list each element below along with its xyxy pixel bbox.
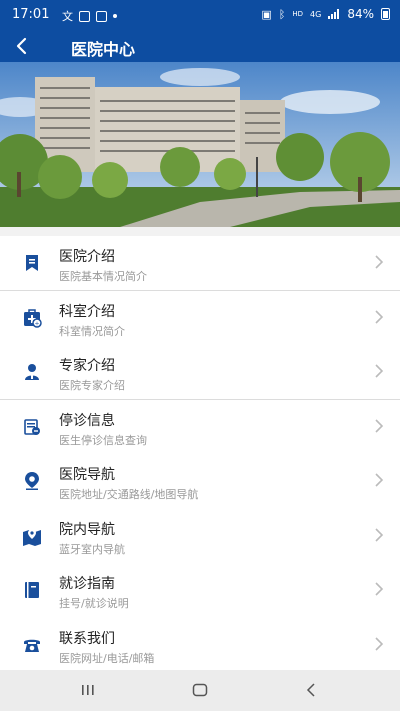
menu-item-visit-guide[interactable]: 就诊指南 挂号/就诊说明 bbox=[0, 563, 400, 618]
menu-item-subtitle: 挂号/就诊说明 bbox=[59, 597, 129, 610]
menu-item-title: 医院介绍 bbox=[59, 249, 115, 265]
app-header: 医院中心 bbox=[0, 30, 400, 62]
chevron-right-icon bbox=[375, 636, 384, 651]
menu-item-indoor-navigation[interactable]: 院内导航 蓝牙室内导航 bbox=[0, 509, 400, 564]
system-navigation-bar bbox=[0, 670, 400, 711]
menu-item-title: 院内导航 bbox=[59, 521, 115, 538]
chevron-right-icon bbox=[375, 255, 384, 269]
vibrate-icon: ▣ bbox=[261, 7, 272, 21]
doctor-icon bbox=[25, 364, 39, 380]
system-icons: ▣ ᛒ HD 4G 84% bbox=[261, 7, 390, 21]
network-type-icon: 4G bbox=[310, 9, 322, 19]
menu-item-title: 专家介绍 bbox=[59, 358, 115, 374]
bookmark-icon bbox=[26, 255, 38, 271]
signal-icon bbox=[328, 9, 340, 19]
hospital-menu-list: 医院介绍 医院基本情况简介 + 科室介绍 科室情况简介 专家介绍 医院专家介绍 bbox=[0, 236, 400, 672]
chevron-right-icon bbox=[375, 364, 384, 378]
menu-item-title: 联系我们 bbox=[59, 630, 115, 647]
camera-notification-icon bbox=[96, 10, 107, 22]
menu-item-hospital-navigation[interactable]: 医院导航 医院地址/交通路线/地图导航 bbox=[0, 454, 400, 509]
menu-item-title: 停诊信息 bbox=[59, 412, 115, 429]
menu-item-subtitle: 蓝牙室内导航 bbox=[59, 542, 125, 556]
back-icon[interactable] bbox=[304, 682, 320, 698]
menu-item-subtitle: 科室情况简介 bbox=[59, 324, 125, 338]
menu-item-contact-us[interactable]: 联系我们 医院网址/电话/邮箱 bbox=[0, 618, 400, 673]
status-bar: 17:01 文 ▣ ᛒ HD 4G 84% bbox=[0, 0, 400, 30]
page-title: 医院中心 bbox=[71, 40, 136, 59]
menu-item-title: 科室介绍 bbox=[59, 303, 115, 320]
notification-icons: 文 bbox=[62, 8, 117, 24]
menu-item-subtitle: 医生停诊信息查询 bbox=[59, 433, 147, 447]
indoor-map-icon bbox=[23, 528, 41, 546]
status-time: 17:01 bbox=[12, 7, 50, 22]
menu-item-subtitle: 医院专家介绍 bbox=[59, 379, 125, 392]
hospital-banner-image bbox=[0, 62, 400, 227]
bluetooth-icon: ᛒ bbox=[278, 7, 286, 21]
recent-apps-icon[interactable] bbox=[80, 682, 96, 698]
menu-item-subtitle: 医院地址/交通路线/地图导航 bbox=[59, 488, 199, 501]
chevron-right-icon bbox=[375, 309, 384, 324]
hd-icon: HD bbox=[292, 10, 304, 18]
calendar-icon bbox=[24, 418, 40, 435]
chevron-right-icon bbox=[375, 473, 384, 487]
menu-item-title: 就诊指南 bbox=[59, 576, 115, 592]
text-notification-icon: 文 bbox=[62, 10, 73, 23]
menu-item-subtitle: 医院基本情况简介 bbox=[59, 270, 147, 283]
medical-kit-icon: + bbox=[24, 308, 42, 328]
location-pin-icon bbox=[25, 472, 39, 490]
back-arrow-icon[interactable] bbox=[10, 33, 36, 59]
home-icon[interactable] bbox=[192, 682, 208, 698]
menu-item-expert-intro[interactable]: 专家介绍 医院专家介绍 bbox=[0, 345, 400, 400]
more-notifications-icon bbox=[113, 14, 117, 18]
guide-book-icon bbox=[25, 582, 39, 598]
menu-item-hospital-intro[interactable]: 医院介绍 医院基本情况简介 bbox=[0, 236, 400, 291]
menu-item-title: 医院导航 bbox=[59, 467, 115, 483]
image-notification-icon bbox=[79, 10, 90, 22]
menu-item-department-intro[interactable]: + 科室介绍 科室情况简介 bbox=[0, 291, 400, 346]
menu-item-suspension-info[interactable]: 停诊信息 医生停诊信息查询 bbox=[0, 400, 400, 455]
menu-item-subtitle: 医院网址/电话/邮箱 bbox=[59, 651, 155, 665]
chevron-right-icon bbox=[375, 527, 384, 542]
svg-text:+: + bbox=[34, 320, 39, 327]
telephone-icon bbox=[24, 639, 40, 652]
battery-percentage: 84% bbox=[347, 7, 374, 21]
chevron-right-icon bbox=[375, 418, 384, 433]
battery-icon bbox=[381, 8, 390, 20]
chevron-right-icon bbox=[375, 582, 384, 596]
